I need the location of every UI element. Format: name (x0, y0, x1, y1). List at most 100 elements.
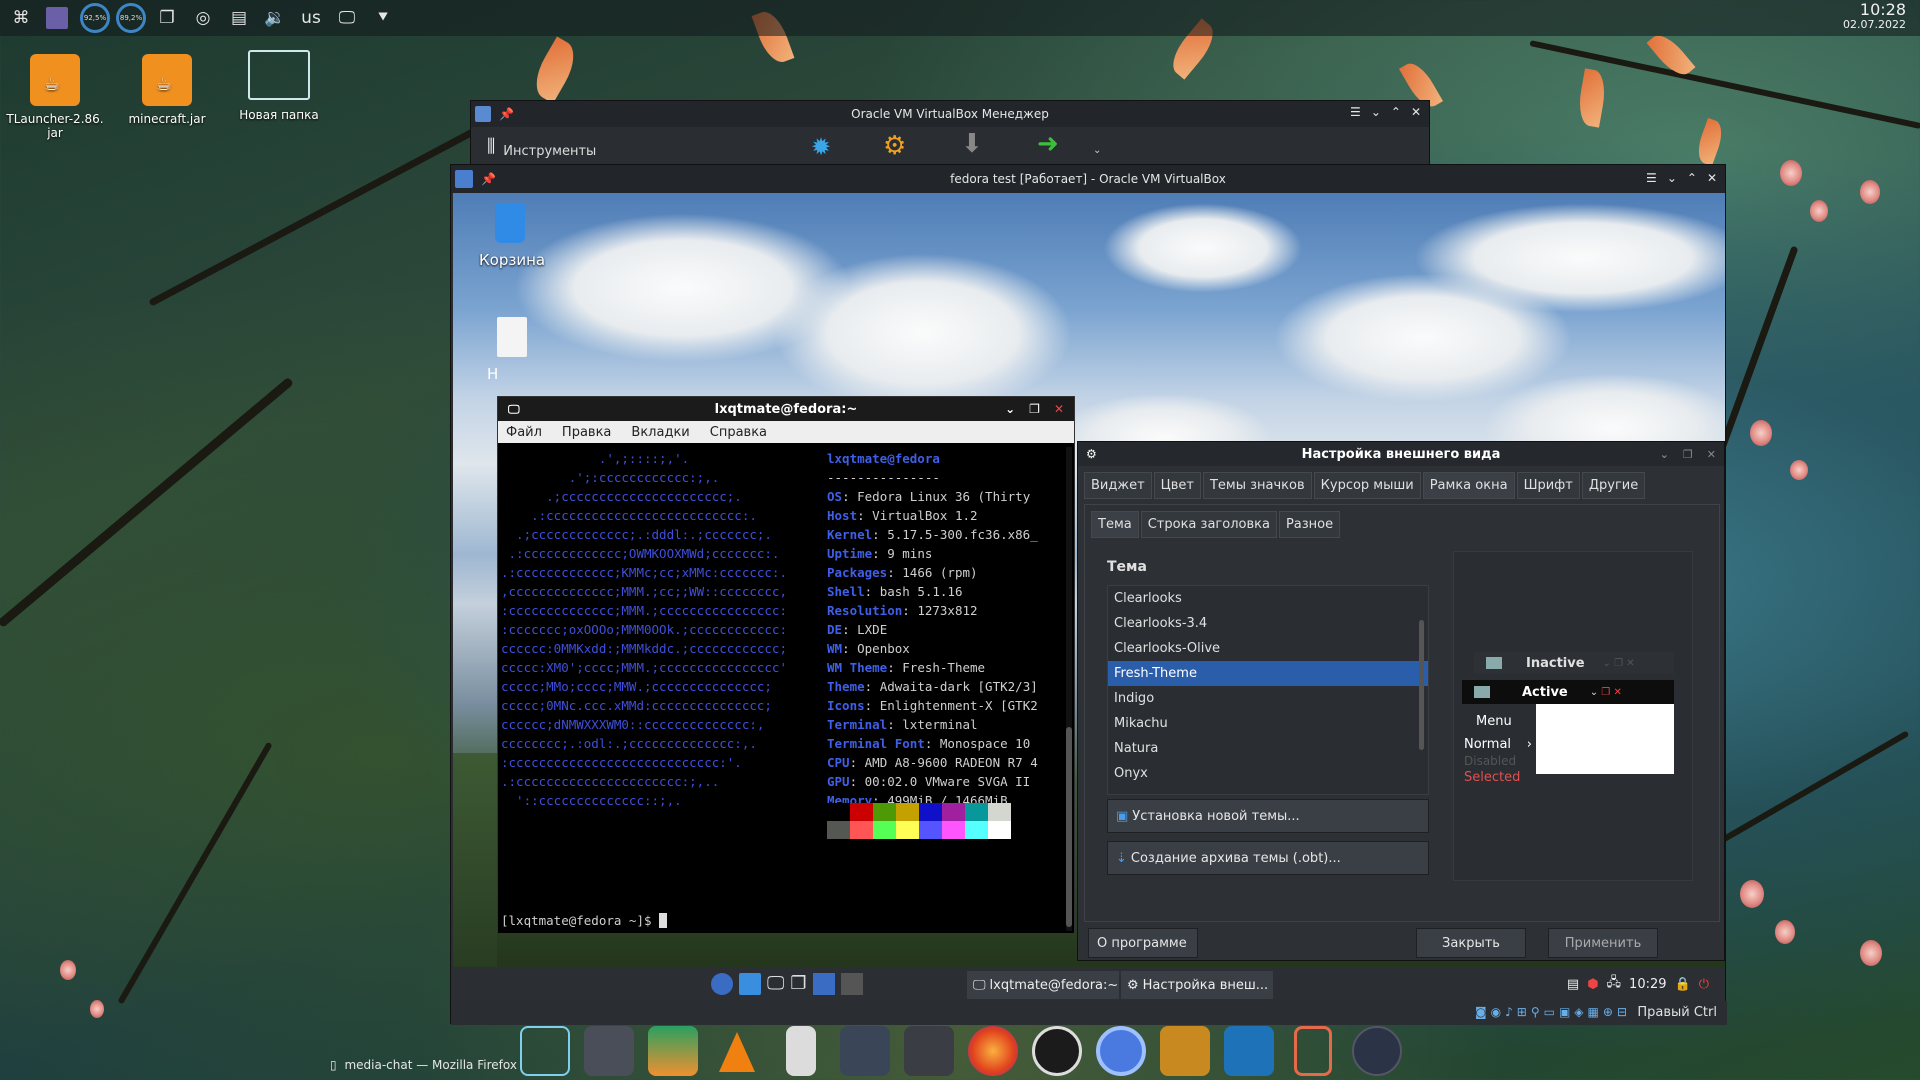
network-icon[interactable]: ⊞ (1517, 1005, 1527, 1019)
fedora-menu-icon[interactable] (711, 973, 733, 995)
close-icon[interactable]: ✕ (1054, 402, 1064, 416)
logout-icon[interactable]: ⏻ (1699, 977, 1709, 992)
menu-help[interactable]: Справка (710, 425, 767, 440)
appearance-dialog[interactable]: ⚙ Настройка внешнего вида ⌄ ❐ ✕ Виджет Ц… (1077, 441, 1725, 961)
clipboard-icon[interactable]: ▤ (224, 3, 254, 33)
tools-label[interactable]: Инструменты (503, 144, 596, 159)
minimize-icon[interactable]: ⌄ (1667, 171, 1677, 185)
clipboard-icon[interactable]: ▤ (1567, 977, 1579, 992)
vm-task-terminal[interactable]: 🖵 lxqtmate@fedora:~ (967, 971, 1119, 999)
vbox-manager-window[interactable]: 📌 Oracle VM VirtualBox Менеджер ☰ ⌄ ⌃ ✕ … (470, 100, 1430, 166)
close-icon[interactable]: ✕ (1707, 448, 1716, 461)
vm-clock[interactable]: 10:29 (1629, 977, 1666, 992)
clock-dock-icon[interactable] (1352, 1026, 1402, 1076)
terminal-titlebar[interactable]: 🖵 lxqtmate@fedora:~ ⌄ ❐ ✕ (498, 397, 1074, 421)
maximize-icon[interactable]: ⌃ (1687, 171, 1697, 185)
cpu-icon[interactable]: ▦ (1588, 1005, 1599, 1019)
tab-icon-themes[interactable]: Темы значков (1202, 472, 1312, 499)
tools-icon[interactable]: ⫼ (487, 136, 495, 157)
maximize-icon[interactable]: ❐ (1683, 448, 1693, 461)
theme-list-item[interactable]: Clearlooks-Olive (1108, 636, 1428, 661)
waveform-dock-icon[interactable] (1224, 1026, 1274, 1076)
csgo-dock-icon[interactable] (1160, 1026, 1210, 1076)
vbox-manager-titlebar[interactable]: 📌 Oracle VM VirtualBox Менеджер ☰ ⌄ ⌃ ✕ (471, 101, 1429, 127)
hdd-icon[interactable]: ◙ (1475, 1005, 1487, 1019)
updates-icon[interactable]: ◎ (188, 3, 218, 33)
desktop-icon-minecraft[interactable]: minecraft.jar (117, 54, 217, 126)
chromium-dock-icon[interactable] (1096, 1026, 1146, 1076)
file-manager-icon[interactable] (739, 973, 761, 995)
desktop-switch-1[interactable] (812, 973, 835, 995)
recording-icon[interactable]: ◈ (1574, 1005, 1583, 1019)
theme-list-item[interactable]: Clearlooks-3.4 (1108, 611, 1428, 636)
theme-list-item[interactable]: Indigo (1108, 686, 1428, 711)
tab-window-border[interactable]: Рамка окна (1422, 472, 1515, 499)
appearance-titlebar[interactable]: ⚙ Настройка внешнего вида ⌄ ❐ ✕ (1078, 442, 1724, 466)
new-vm-icon[interactable]: ✹ (811, 133, 831, 161)
obs-dock-icon[interactable] (1032, 1026, 1082, 1076)
usb-icon[interactable]: ⚲ (1531, 1005, 1540, 1019)
menu-icon[interactable]: ☰ (1350, 105, 1361, 119)
layers-dock-icon[interactable] (648, 1026, 698, 1076)
files-dock-icon[interactable] (520, 1026, 570, 1076)
trash-icon[interactable] (495, 203, 525, 243)
start-arrow-icon[interactable]: ➜ (1037, 129, 1059, 159)
shared-folder-icon[interactable]: ▭ (1544, 1005, 1555, 1019)
app-launcher-icon[interactable]: ⌘ (6, 3, 36, 33)
usb-writer-dock-icon[interactable] (786, 1026, 816, 1076)
firefox-dock-icon[interactable] (968, 1026, 1018, 1076)
display-icon[interactable]: 🖵 (332, 3, 362, 33)
firefox-taskbar-entry[interactable]: ▯ media-chat — Mozilla Firefox (330, 1058, 517, 1072)
document-icon[interactable] (497, 317, 527, 357)
menu-icon[interactable]: ☰ (1646, 171, 1657, 185)
display-icon[interactable]: ▣ (1559, 1005, 1570, 1019)
vm-screen[interactable]: Корзина H 🖵 lxqtmate@fedora:~ ⌄ ❐ ✕ Файл… (453, 193, 1725, 1015)
terminal-prompt[interactable]: [lxqtmate@fedora ~]$ _ (501, 911, 667, 930)
package-icon[interactable]: ⬢ (1587, 977, 1598, 992)
vm-task-appearance[interactable]: ⚙ Настройка внеш... (1121, 971, 1273, 999)
minimize-icon[interactable]: ⌄ (1660, 448, 1669, 461)
lock-icon[interactable]: 🔒 (1675, 977, 1691, 992)
maximize-icon[interactable]: ⌃ (1391, 105, 1401, 119)
panel-grid-icon[interactable] (42, 3, 72, 33)
theme-list[interactable]: Clearlooks Clearlooks-3.4 Clearlooks-Olive… (1107, 585, 1429, 795)
subtab-theme[interactable]: Тема (1091, 511, 1139, 538)
cd-icon[interactable]: ◉ (1491, 1005, 1501, 1019)
volume-icon[interactable]: 🔉 (260, 3, 290, 33)
vm-window[interactable]: 📌 fedora test [Работает] - Oracle VM Vir… (450, 164, 1727, 1025)
terminal-scrollbar[interactable] (1066, 447, 1072, 931)
keyboard-icon[interactable]: ⊟ (1617, 1005, 1627, 1019)
subtab-misc[interactable]: Разное (1278, 511, 1341, 538)
menu-file[interactable]: Файл (506, 425, 542, 440)
subtab-titlebar[interactable]: Строка заголовка (1140, 511, 1277, 538)
document-label[interactable]: H (487, 365, 498, 383)
close-icon[interactable]: ✕ (1411, 105, 1421, 119)
memory-gauge[interactable]: 89,2% (116, 3, 146, 33)
keyboard-layout[interactable]: us (296, 3, 326, 33)
discard-arrow-icon[interactable]: ⬇ (961, 129, 983, 159)
menu-edit[interactable]: Правка (562, 425, 611, 440)
desktop-switch-2[interactable] (840, 973, 863, 995)
tab-font[interactable]: Шрифт (1516, 472, 1580, 499)
vlc-dock-icon[interactable] (712, 1026, 762, 1076)
window-icon[interactable]: ❐ (152, 3, 182, 33)
vm-titlebar[interactable]: 📌 fedora test [Работает] - Oracle VM Vir… (451, 165, 1725, 193)
theme-list-item[interactable]: Onyx (1108, 761, 1428, 786)
desktop-icon-new-folder[interactable]: Новая папка (229, 50, 329, 122)
maximize-icon[interactable]: ❐ (1029, 402, 1040, 416)
terminal-window[interactable]: 🖵 lxqtmate@fedora:~ ⌄ ❐ ✕ Файл Правка Вк… (497, 396, 1075, 934)
menu-tabs[interactable]: Вкладки (631, 425, 689, 440)
minimize-icon[interactable]: ⌄ (1371, 105, 1381, 119)
theme-list-item[interactable]: Clearlooks (1108, 586, 1428, 611)
trash-dock-icon[interactable] (1294, 1026, 1332, 1076)
tab-cursor[interactable]: Курсор мыши (1313, 472, 1421, 499)
theme-list-item[interactable]: Natura (1108, 736, 1428, 761)
theme-list-item[interactable]: Mikachu (1108, 711, 1428, 736)
theme-list-item[interactable]: Fresh-Theme (1108, 661, 1428, 686)
install-theme-button[interactable]: ▣ Установка новой темы... (1107, 799, 1429, 833)
calculator-dock-icon[interactable] (584, 1026, 634, 1076)
chevron-down-icon[interactable]: ⯆ (368, 3, 398, 33)
apply-button[interactable]: Применить (1548, 928, 1658, 958)
windows-icon[interactable]: ❐ (790, 973, 806, 995)
monitor-icon[interactable]: 🖵 (767, 973, 784, 995)
